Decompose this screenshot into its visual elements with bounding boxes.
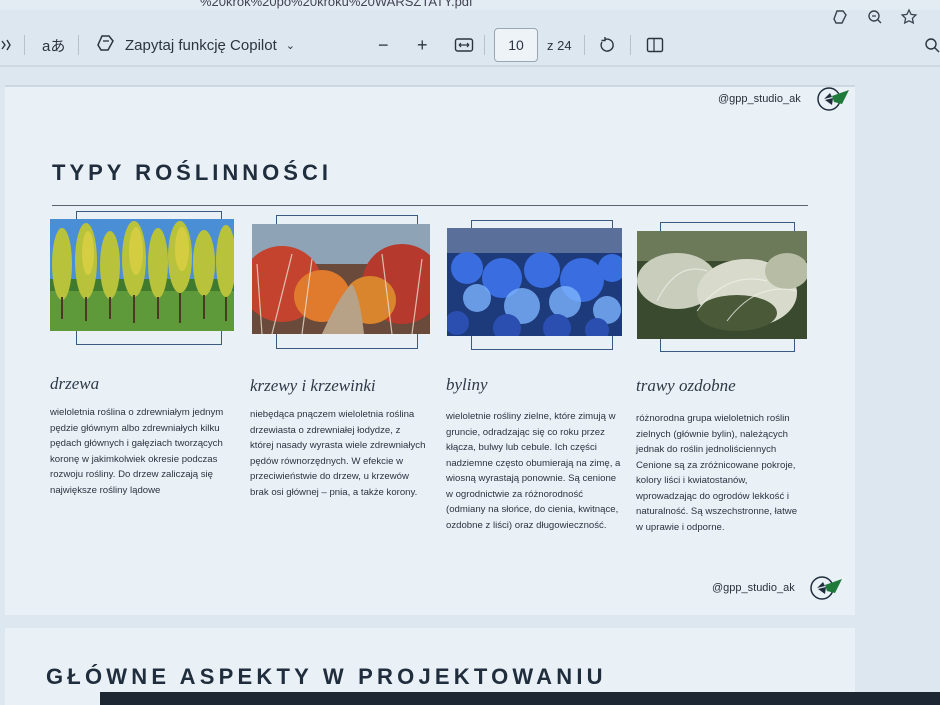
toolbar-divider <box>0 65 940 67</box>
taskbar <box>100 692 940 705</box>
document-title: %20krok%20po%20kroku%20WARSZTATY.pdf <box>200 0 473 9</box>
perennials-photo <box>447 228 622 336</box>
zoom-in-label: + <box>417 34 428 55</box>
title-bar: %20krok%20po%20kroku%20WARSZTATY.pdf <box>0 0 940 10</box>
studio-logo-bottom <box>809 575 843 601</box>
section-title: TYPY ROŚLINNOŚCI <box>52 160 332 185</box>
page-total: z 24 <box>547 38 572 53</box>
category-title-shrubs: krzewy i krzewinki <box>250 376 376 395</box>
page-current: 10 <box>508 37 524 53</box>
studio-logo-top <box>816 86 850 112</box>
zoom-icon[interactable] <box>864 6 886 28</box>
category-title-trees: drzewa <box>50 374 100 393</box>
zoom-out-button[interactable]: − <box>378 35 389 56</box>
category-text-perennials: wieloletnie rośliny zielne, które zimują… <box>446 411 621 531</box>
category-text-trees: wieloletnia roślina o zdrewniałym jednym… <box>50 407 224 496</box>
divider <box>78 35 79 55</box>
page-total-label: z 24 <box>547 37 572 53</box>
divider <box>630 35 631 55</box>
pdf-toolbar: aあ Zapytaj funkcję Copilot ⌄ − + 10 z 24 <box>0 28 940 62</box>
zoom-out-label: − <box>378 34 389 55</box>
rotate-icon[interactable] <box>598 36 616 54</box>
page-number-input[interactable]: 10 <box>494 28 538 62</box>
zoom-in-button[interactable]: + <box>417 35 428 56</box>
copilot-label: Zapytaj funkcję Copilot <box>125 36 277 54</box>
fit-width-icon[interactable] <box>454 37 474 53</box>
category-text-shrubs: niebędąca pnączem wieloletnia roślina dr… <box>250 409 426 498</box>
grasses-photo <box>637 231 807 339</box>
trees-photo <box>50 219 234 331</box>
category-title-perennials: byliny <box>446 375 488 394</box>
divider <box>24 35 25 55</box>
instagram-handle-top: @gpp_studio_ak <box>718 93 801 105</box>
copilot-button[interactable]: Zapytaj funkcję Copilot ⌄ <box>96 33 295 57</box>
section2-title: GŁÓWNE ASPEKTY W PROJEKTOWANIU <box>46 664 607 689</box>
shrubs-photo <box>252 224 430 334</box>
search-icon[interactable] <box>924 37 940 53</box>
read-aloud-icon[interactable] <box>0 37 14 53</box>
chevron-down-icon: ⌄ <box>285 39 295 52</box>
favorite-star-icon[interactable] <box>898 6 920 28</box>
title-rule <box>52 205 808 206</box>
copilot-icon[interactable] <box>830 6 852 28</box>
browser-actions <box>830 6 920 28</box>
divider <box>584 35 585 55</box>
copilot-icon <box>96 33 116 57</box>
translate-button[interactable]: aあ <box>42 35 65 56</box>
translate-label: aあ <box>42 37 66 55</box>
instagram-handle-bottom: @gpp_studio_ak <box>712 582 795 594</box>
page-view-icon[interactable] <box>646 37 664 53</box>
category-text-grasses: różnorodna grupa wieloletnich roślin zie… <box>636 413 798 533</box>
category-title-grasses: trawy ozdobne <box>636 376 736 395</box>
divider <box>484 35 485 55</box>
